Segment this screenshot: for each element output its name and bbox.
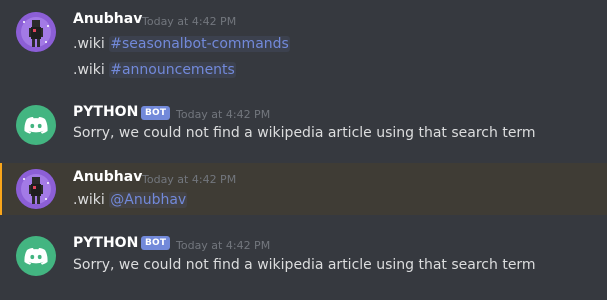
- message-content: .wiki @Anubhav: [73, 192, 188, 208]
- message-content: Sorry, we could not find a wikipedia art…: [73, 257, 536, 273]
- message-timestamp: Today at 4:42 PM: [176, 108, 271, 121]
- user-mention[interactable]: @Anubhav: [109, 192, 188, 208]
- message-author[interactable]: PYTHON: [73, 104, 138, 120]
- bot-badge: BOT: [141, 236, 171, 250]
- channel-mention[interactable]: #seasonalbot-commands: [109, 36, 290, 52]
- command-text: .wiki: [73, 36, 110, 52]
- bot-badge: BOT: [141, 106, 171, 120]
- message-author[interactable]: Anubhav: [73, 169, 142, 185]
- message-author[interactable]: PYTHON: [73, 235, 138, 251]
- message-timestamp: Today at 4:42 PM: [142, 173, 237, 186]
- message-content: .wiki #seasonalbot-commands: [73, 36, 290, 52]
- avatar[interactable]: [16, 105, 56, 145]
- command-text: .wiki: [73, 192, 110, 208]
- avatar[interactable]: [16, 12, 56, 52]
- message-author[interactable]: Anubhav: [73, 11, 142, 27]
- command-text: .wiki: [73, 62, 110, 78]
- message-content: .wiki #announcements: [73, 62, 236, 78]
- chat-messages: Anubhav Today at 4:42 PM .wiki #seasonal…: [0, 0, 607, 300]
- message-group-mentioned: Anubhav Today at 4:42 PM .wiki @Anubhav: [0, 163, 607, 215]
- channel-mention[interactable]: #announcements: [109, 62, 236, 78]
- avatar[interactable]: [16, 169, 56, 209]
- message-group: PYTHON BOT Today at 4:42 PM Sorry, we co…: [0, 231, 607, 283]
- discord-logo-icon: [24, 248, 48, 265]
- user-avatar-image: [16, 12, 56, 52]
- avatar[interactable]: [16, 236, 56, 276]
- message-timestamp: Today at 4:42 PM: [176, 239, 271, 252]
- message-timestamp: Today at 4:42 PM: [142, 15, 237, 28]
- discord-logo-icon: [24, 117, 48, 134]
- message-group: Anubhav Today at 4:42 PM .wiki #seasonal…: [0, 0, 607, 88]
- message-group: PYTHON BOT Today at 4:42 PM Sorry, we co…: [0, 100, 607, 152]
- user-avatar-image: [16, 169, 56, 209]
- message-content: Sorry, we could not find a wikipedia art…: [73, 125, 536, 141]
